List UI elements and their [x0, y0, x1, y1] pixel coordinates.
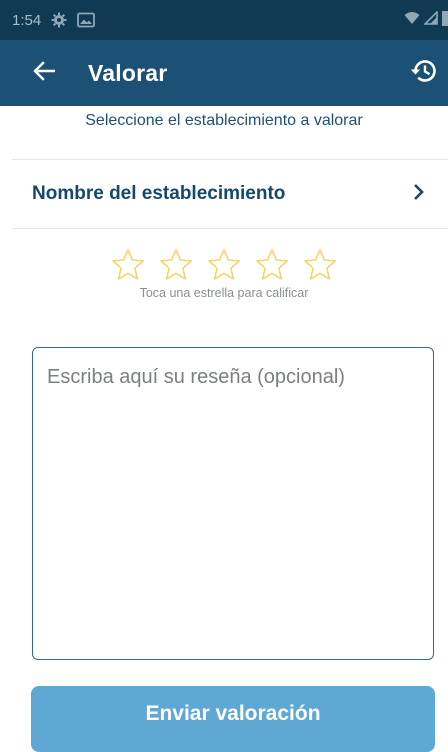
settings-gear-icon	[51, 12, 67, 28]
back-button[interactable]	[20, 49, 68, 97]
page-title: Valorar	[88, 59, 168, 86]
establishment-selector[interactable]: Nombre del establecimiento	[0, 160, 448, 228]
submit-rating-button[interactable]: Enviar valoración	[31, 686, 435, 752]
wifi-icon	[404, 11, 420, 30]
rating-hint: Toca una estrella para calificar	[139, 286, 309, 300]
star-icon[interactable]	[303, 248, 337, 282]
arrow-left-icon	[33, 60, 56, 86]
history-button[interactable]	[400, 49, 448, 97]
establishment-label: Nombre del establecimiento	[32, 183, 286, 204]
star-icon[interactable]	[255, 248, 289, 282]
star-icon[interactable]	[111, 248, 145, 282]
battery-icon	[442, 10, 448, 31]
review-textarea[interactable]	[32, 347, 434, 660]
history-icon	[409, 56, 439, 91]
star-rating	[0, 248, 448, 282]
app-bar: Valorar	[0, 40, 448, 106]
status-time: 1:54	[12, 11, 42, 29]
divider	[12, 228, 448, 229]
star-icon[interactable]	[159, 248, 193, 282]
signal-icon	[423, 9, 438, 30]
image-notification-icon	[77, 12, 96, 28]
status-bar: 1:54	[0, 0, 448, 40]
instruction-text: Seleccione el establecimiento a valorar	[85, 112, 363, 129]
star-icon[interactable]	[207, 248, 241, 282]
chevron-right-icon	[412, 182, 426, 207]
